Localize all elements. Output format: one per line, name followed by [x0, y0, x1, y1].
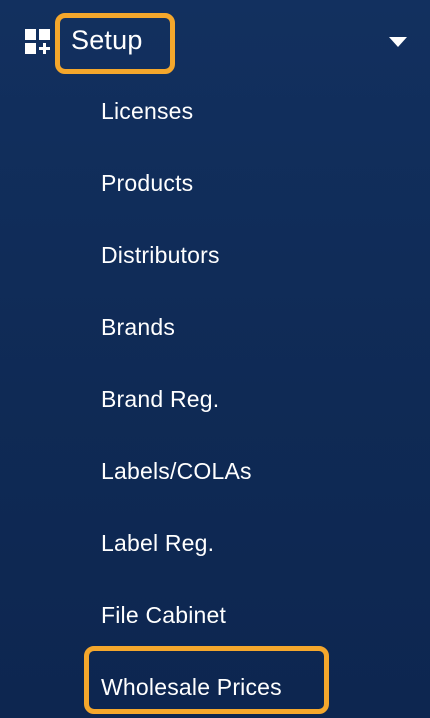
sidebar-item-label: File Cabinet [101, 602, 227, 628]
setup-section-header[interactable]: Setup [0, 0, 430, 82]
sidebar-item-label: Label Reg. [101, 530, 215, 556]
sidebar-item-label: Brand Reg. [101, 386, 220, 412]
sidebar-item-file-cabinet[interactable]: File Cabinet [0, 591, 430, 639]
sidebar-item-label: Distributors [101, 242, 220, 268]
sidebar-item-label: Brands [101, 314, 176, 340]
sidebar-item-distributors[interactable]: Distributors [0, 231, 430, 279]
sidebar-item-brands[interactable]: Brands [0, 303, 430, 351]
sidebar-item-products[interactable]: Products [0, 159, 430, 207]
sidebar-item-label: Wholesale Prices [101, 674, 282, 700]
sidebar-item-labels-colas[interactable]: Labels/COLAs [0, 447, 430, 495]
caret-down-icon[interactable] [389, 37, 407, 47]
sidebar-item-label: Products [101, 170, 194, 196]
sidebar-item-label: Licenses [101, 98, 194, 124]
setup-section-label: Setup [71, 25, 143, 55]
sidebar-nav: Setup Licenses Products Distributors Bra… [0, 0, 430, 718]
dashboard-add-icon [25, 29, 50, 54]
sidebar-item-label: Labels/COLAs [101, 458, 252, 484]
sidebar-item-licenses[interactable]: Licenses [0, 87, 430, 135]
sidebar-item-label-reg[interactable]: Label Reg. [0, 519, 430, 567]
sidebar-item-brand-reg[interactable]: Brand Reg. [0, 375, 430, 423]
sidebar-item-wholesale-prices[interactable]: Wholesale Prices [0, 663, 430, 711]
